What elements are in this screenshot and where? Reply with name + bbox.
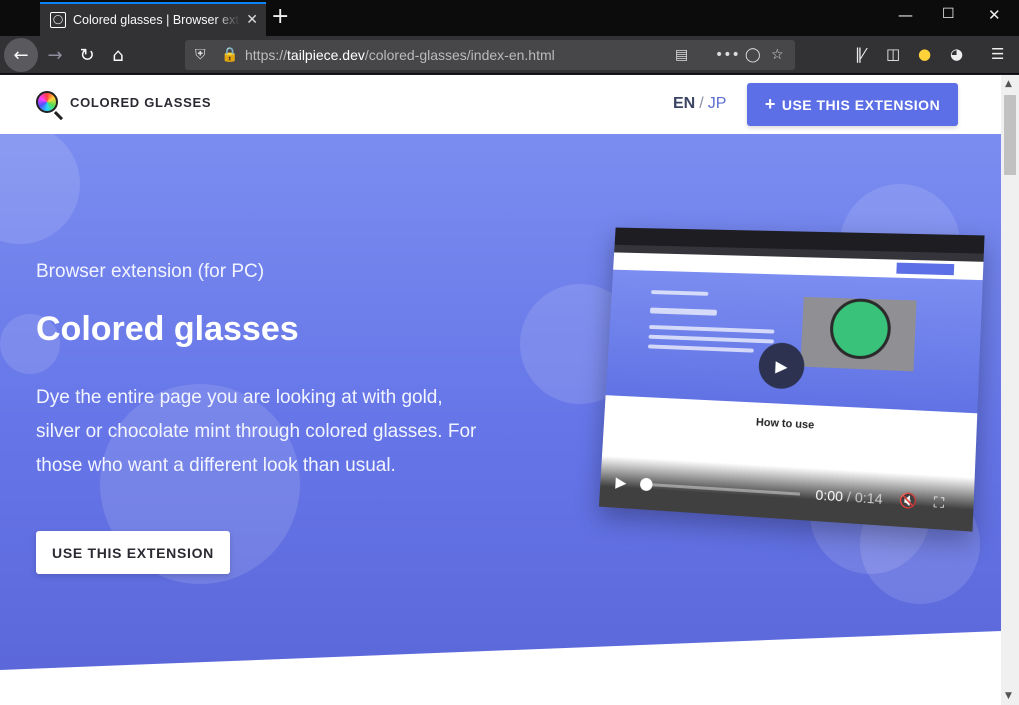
- sidebar-icon[interactable]: ◫: [886, 45, 900, 63]
- hero-description: Dye the entire page you are looking at w…: [36, 387, 477, 476]
- scrollbar-thumb[interactable]: [1004, 95, 1016, 175]
- page-actions-icon[interactable]: •••: [715, 47, 740, 63]
- video-time-current: 0:00: [815, 486, 844, 505]
- scroll-down-icon[interactable]: ▼: [1005, 691, 1012, 701]
- hero-eyebrow: Browser extension (for PC): [36, 261, 265, 282]
- header-cta-label: USE THIS EXTENSION: [781, 96, 941, 113]
- account-icon[interactable]: ◕: [950, 45, 963, 63]
- video-play-icon[interactable]: ▶: [615, 473, 627, 491]
- language-switcher: EN / JP: [673, 95, 726, 113]
- shield-icon[interactable]: ⛨: [195, 47, 206, 63]
- hamburger-menu-icon[interactable]: ☰: [991, 45, 1004, 63]
- plus-icon: +: [764, 94, 776, 114]
- minimize-icon[interactable]: —: [898, 6, 913, 24]
- lang-jp-link[interactable]: JP: [708, 95, 727, 112]
- lock-icon[interactable]: 🔒: [221, 47, 238, 63]
- mute-icon[interactable]: 🔇: [899, 491, 918, 510]
- video-progress-knob[interactable]: [639, 477, 653, 491]
- browser-tab[interactable]: ◯ Colored glasses | Browser extension ✕: [40, 2, 266, 36]
- reader-view-icon[interactable]: ▤: [675, 47, 688, 63]
- forward-arrow-icon[interactable]: →: [40, 40, 70, 70]
- url-protocol: https://: [245, 47, 288, 63]
- url-path: /colored-glasses/index-en.html: [364, 47, 555, 63]
- address-bar[interactable]: ⛨ 🔒 https://tailpiece.dev/colored-glasse…: [185, 40, 795, 70]
- new-tab-icon[interactable]: +: [271, 4, 289, 29]
- navigation-toolbar: ← → ↻ ⌂ ⛨ 🔒 https://tailpiece.dev/colore…: [0, 36, 1019, 74]
- scroll-up-icon[interactable]: ▲: [1005, 79, 1012, 89]
- site-favicon-icon: ◯: [50, 12, 66, 28]
- demo-video[interactable]: ▶ How to use ▶ 0:00 / 0:14 🔇 ⛶: [598, 227, 985, 532]
- maximize-icon[interactable]: ☐: [942, 6, 955, 22]
- url-host: tailpiece.dev: [287, 47, 365, 63]
- hero-title: Colored glasses: [36, 310, 299, 348]
- video-time: 0:00 / 0:14: [815, 486, 883, 507]
- hero-use-extension-button[interactable]: USE THIS EXTENSION: [36, 531, 230, 574]
- logo-text: COLORED GLASSES: [70, 94, 212, 110]
- back-arrow-icon[interactable]: ←: [4, 38, 38, 72]
- home-icon[interactable]: ⌂: [103, 40, 133, 70]
- video-progress-track[interactable]: [639, 477, 800, 496]
- decorative-bubble: [0, 134, 80, 244]
- site-logo[interactable]: COLORED GLASSES: [36, 91, 211, 113]
- video-time-total: 0:14: [854, 488, 884, 508]
- video-how-to-use-heading: How to use: [755, 416, 815, 432]
- web-page: COLORED GLASSES EN / JP + USE THIS EXTENSI…: [0, 75, 1001, 705]
- close-tab-icon[interactable]: ✕: [246, 12, 258, 28]
- colored-glasses-extension-icon[interactable]: ●: [918, 45, 931, 63]
- reload-icon[interactable]: ↻: [72, 40, 102, 70]
- hero-section: Browser extension (for PC) Colored glass…: [0, 134, 1001, 670]
- window-close-icon[interactable]: ✕: [988, 6, 1001, 24]
- video-frame-hero: [605, 269, 983, 414]
- magnifying-glass-logo-icon: [36, 91, 58, 113]
- header-use-extension-button[interactable]: + USE THIS EXTENSION: [747, 83, 958, 126]
- bookmark-star-icon[interactable]: ☆: [771, 47, 784, 63]
- pocket-icon[interactable]: ◯: [745, 47, 761, 63]
- video-controls: ▶ 0:00 / 0:14 🔇 ⛶: [598, 455, 975, 532]
- lang-separator: /: [699, 95, 704, 112]
- tab-strip: ◯ Colored glasses | Browser extension ✕ …: [0, 0, 1019, 36]
- fullscreen-icon[interactable]: ⛶: [933, 493, 945, 511]
- url-text[interactable]: https://tailpiece.dev/colored-glasses/in…: [245, 47, 555, 63]
- lang-en-link[interactable]: EN: [673, 95, 695, 112]
- library-icon[interactable]: ‖⁄: [855, 45, 865, 63]
- site-header: COLORED GLASSES EN / JP + USE THIS EXTENSI…: [0, 75, 1001, 134]
- tab-title: Colored glasses | Browser extension: [73, 13, 240, 27]
- page-scrollbar[interactable]: ▲ ▼: [1001, 75, 1019, 705]
